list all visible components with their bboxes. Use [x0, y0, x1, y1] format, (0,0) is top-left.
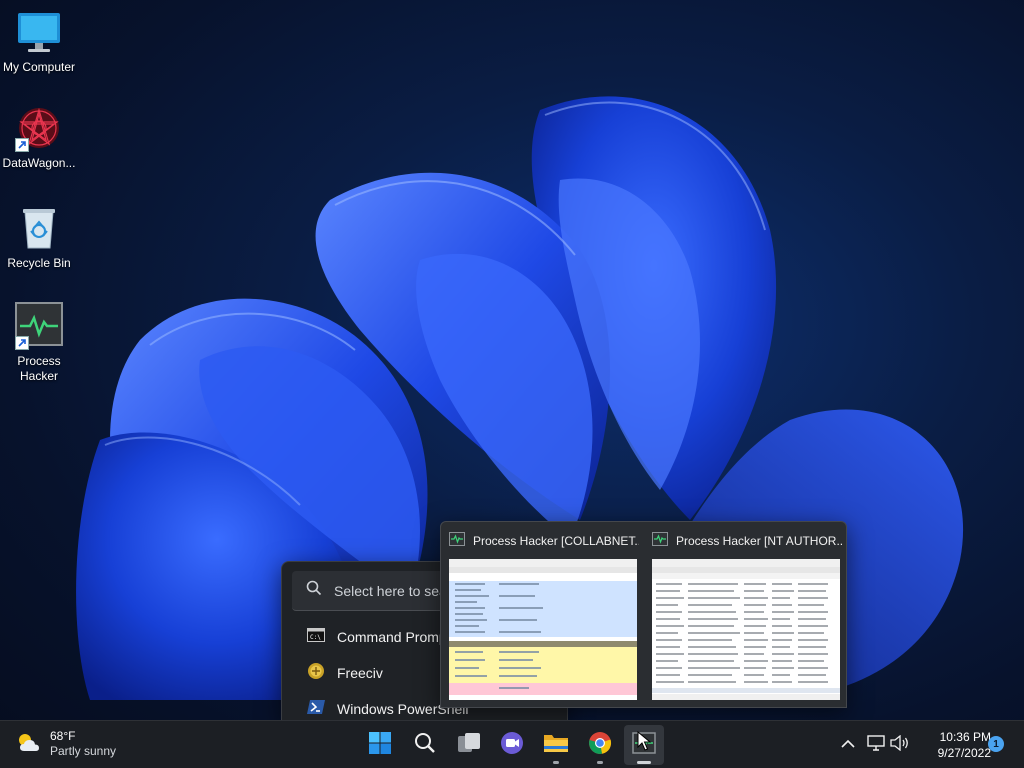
recycle-bin-icon [15, 204, 63, 252]
task-view-icon [457, 732, 481, 759]
mouse-cursor-icon [637, 731, 651, 751]
thumbnail-preview [449, 559, 637, 700]
taskbar-file-explorer[interactable] [536, 725, 576, 765]
thumbnail-process-hacker-nt-authority[interactable]: Process Hacker [NT AUTHOR... [644, 522, 844, 708]
shortcut-arrow-icon [15, 336, 29, 350]
network-button[interactable] [866, 734, 886, 756]
weather-widget[interactable]: 68°F Partly sunny [16, 729, 116, 759]
monitor-icon [15, 8, 63, 56]
taskbar-thumbnail-panel: Process Hacker [COLLABNET... Process Hac… [440, 521, 847, 708]
clock-date: 9/27/2022 [937, 746, 991, 760]
clock-time: 10:36 PM [939, 730, 991, 744]
thumbnail-title-bar: Process Hacker [NT AUTHOR... [652, 531, 842, 551]
thumbnail-title: Process Hacker [NT AUTHOR... [676, 534, 842, 548]
search-icon [414, 732, 436, 759]
datawagon-icon [15, 104, 63, 152]
chat-icon [500, 731, 524, 760]
weather-condition: Partly sunny [50, 744, 117, 758]
command-prompt-icon: C:\ [307, 627, 325, 647]
taskbar: 68°F Partly sunny 10:36 PM 9/27/2022 [0, 720, 1024, 768]
partly-sunny-icon [16, 731, 42, 758]
desktop-icon-label: Process Hacker [17, 354, 61, 383]
search-result-label: Command Prompt [337, 629, 451, 645]
volume-button[interactable] [890, 734, 910, 756]
windows-start-icon [368, 731, 392, 760]
thumbnail-preview [652, 559, 840, 700]
desktop-icon-label: My Computer [2, 60, 76, 74]
search-result-label: Freeciv [337, 665, 383, 681]
freeciv-icon [307, 662, 325, 685]
weather-temperature: 68°F [50, 729, 76, 743]
thumbnail-title: Process Hacker [COLLABNET... [473, 534, 639, 548]
desktop-icon-my-computer[interactable]: My Computer [0, 8, 78, 75]
powershell-icon [307, 699, 325, 719]
task-view-button[interactable] [449, 725, 489, 765]
desktop-icon-label: DataWagon... [2, 156, 76, 170]
chat-button[interactable] [492, 725, 532, 765]
thumbnail-title-bar: Process Hacker [COLLABNET... [449, 531, 639, 551]
taskbar-search-button[interactable] [405, 725, 445, 765]
running-indicator [597, 761, 603, 764]
desktop-icon-process-hacker[interactable]: Process Hacker [0, 302, 78, 384]
svg-text:C:\: C:\ [310, 634, 321, 641]
process-hacker-icon [652, 531, 668, 551]
taskbar-google-chrome[interactable] [580, 725, 620, 765]
chevron-up-icon [841, 736, 855, 754]
volume-icon [890, 734, 910, 756]
notification-badge[interactable]: 1 [988, 736, 1004, 752]
thumbnail-process-hacker-collabnet[interactable]: Process Hacker [COLLABNET... [441, 522, 641, 708]
search-icon [306, 580, 322, 601]
chrome-icon [588, 731, 612, 760]
process-hacker-icon [449, 531, 465, 551]
process-hacker-icon [15, 302, 63, 350]
active-indicator [637, 761, 651, 764]
running-indicator [553, 761, 559, 764]
folder-icon [543, 732, 569, 759]
clock[interactable]: 10:36 PM 9/27/2022 [921, 729, 991, 761]
shortcut-arrow-icon [15, 138, 29, 152]
desktop-icon-datawagon[interactable]: DataWagon... [0, 104, 78, 171]
network-icon [867, 734, 885, 756]
desktop-icon-label: Recycle Bin [7, 256, 71, 270]
desktop-icon-recycle-bin[interactable]: Recycle Bin [0, 204, 78, 271]
show-hidden-icons-button[interactable] [838, 735, 858, 755]
start-button[interactable] [360, 725, 400, 765]
